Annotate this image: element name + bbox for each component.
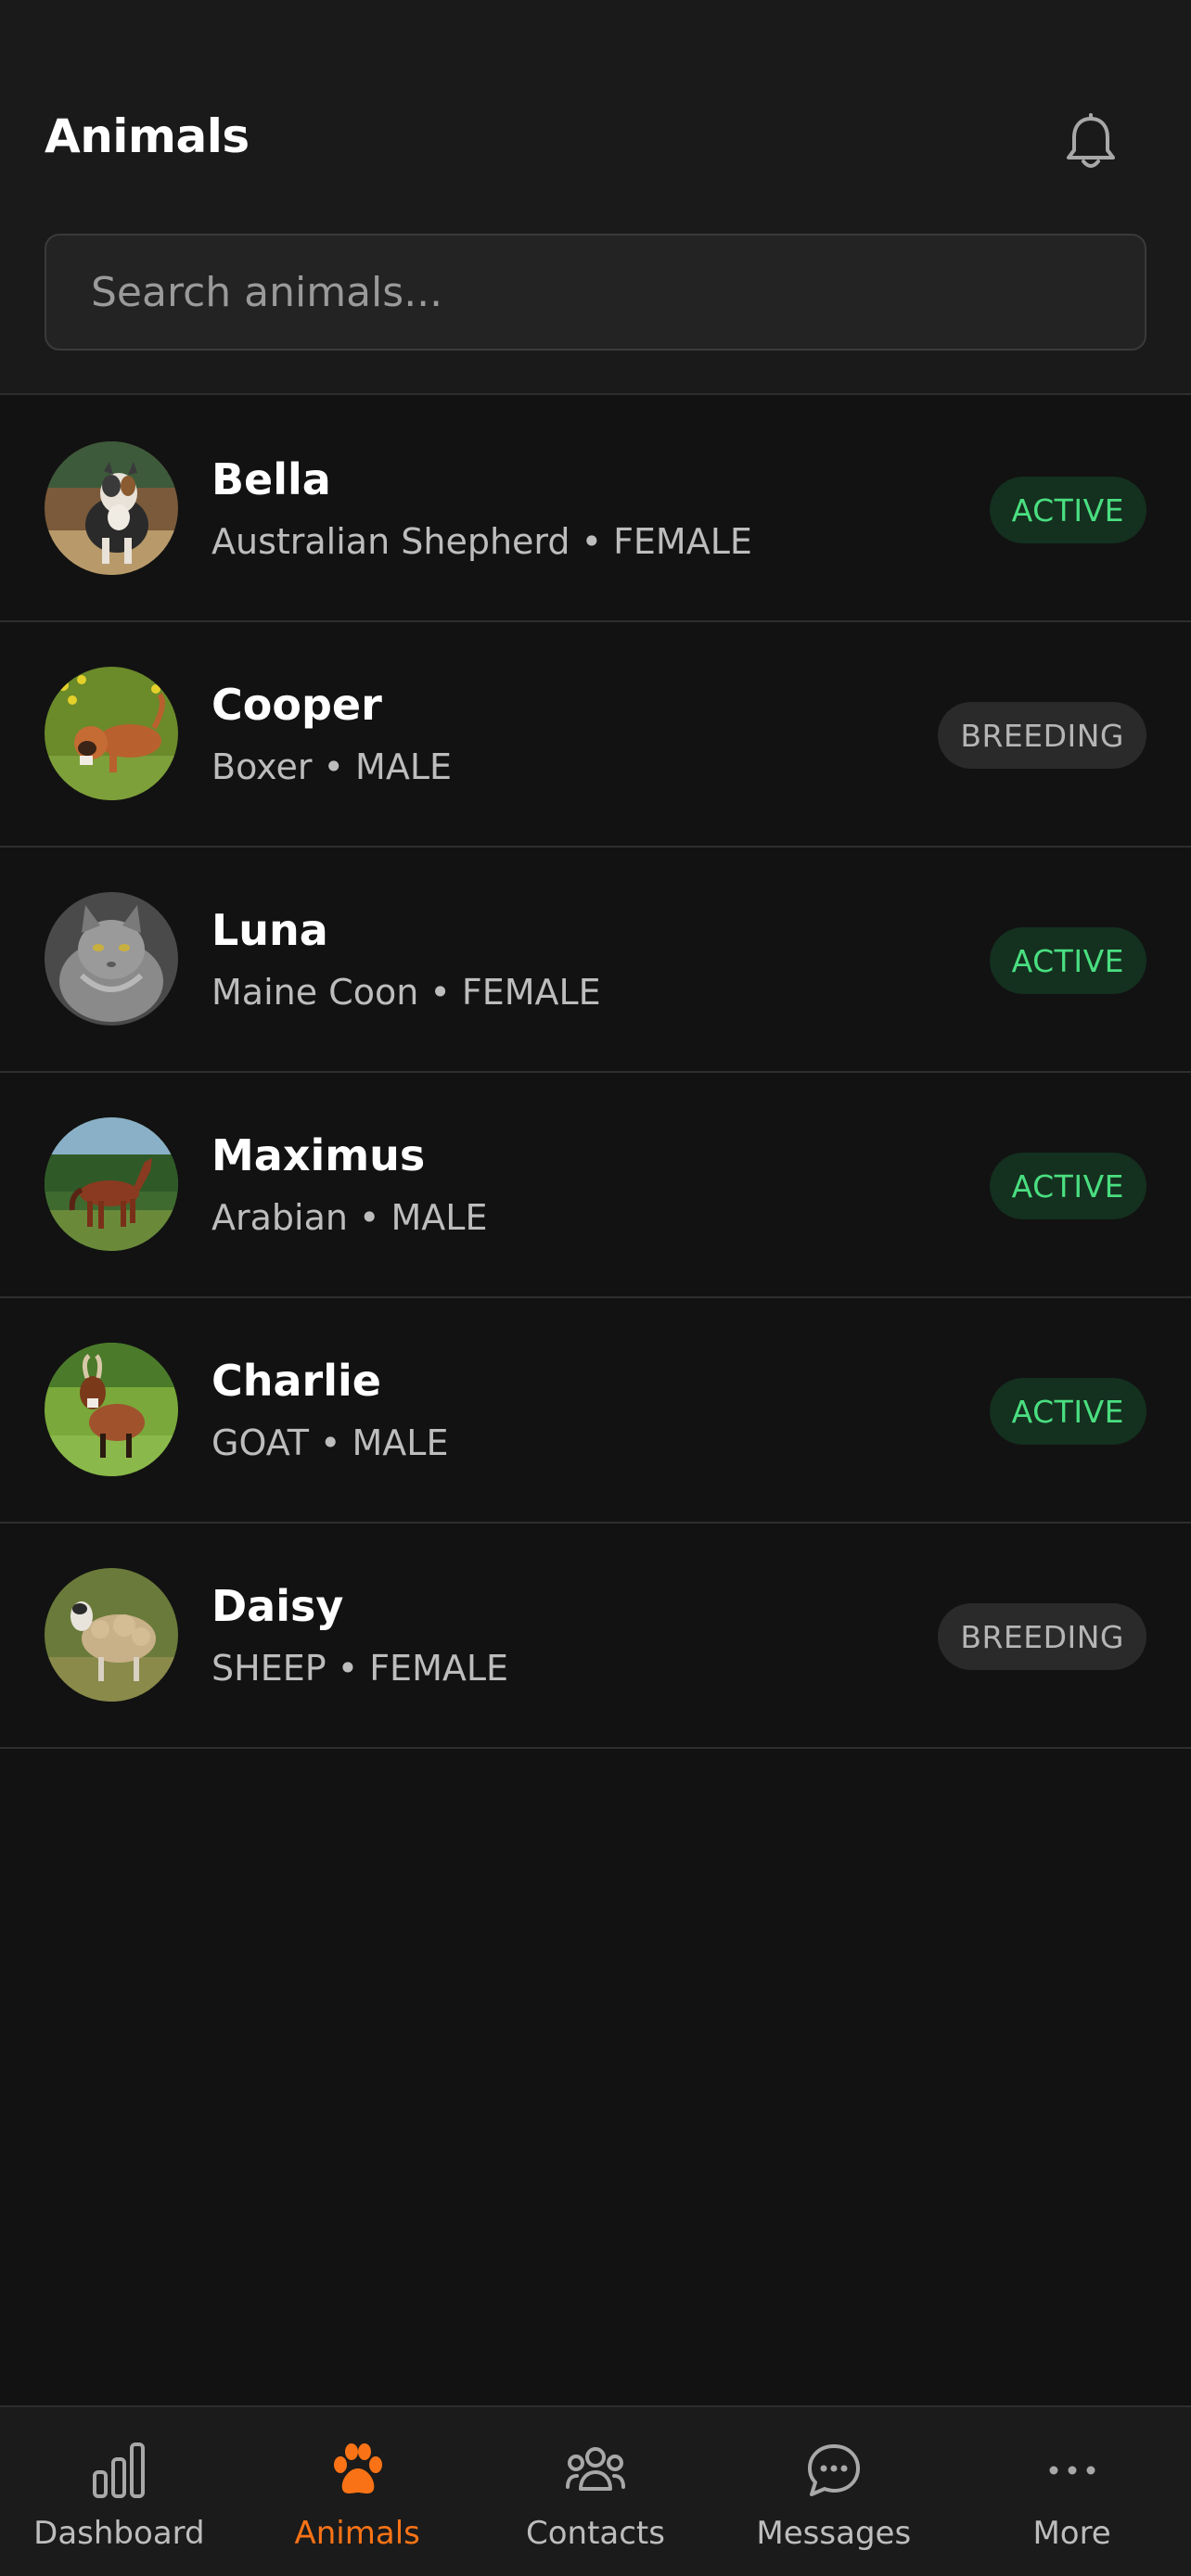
tab-more[interactable]: More [953,2407,1191,2576]
tab-label: Dashboard [33,2515,205,2552]
animal-breed-sex: Boxer • MALE [211,746,453,787]
status-badge: ACTIVE [989,477,1146,543]
search-field[interactable] [45,234,1146,351]
animal-row-luna[interactable]: Luna Maine Coon • FEMALE ACTIVE [0,848,1191,1073]
status-badge: ACTIVE [989,1153,1146,1219]
animal-breed-sex: SHEEP • FEMALE [211,1648,509,1689]
animal-name: Charlie [211,1356,381,1406]
animal-name: Luna [211,905,328,955]
animal-row-charlie[interactable]: Charlie GOAT • MALE ACTIVE [0,1298,1191,1524]
tab-label: More [1032,2515,1111,2552]
animal-name: Maximus [211,1130,426,1180]
notifications-button[interactable] [1057,109,1124,176]
animal-breed-sex: Maine Coon • FEMALE [211,972,601,1013]
search-input[interactable] [91,268,1100,316]
status-badge: ACTIVE [989,1378,1146,1445]
animal-breed-sex: Australian Shepherd • FEMALE [211,521,752,562]
paw-icon [334,2443,383,2493]
animal-avatar [45,892,178,1026]
tab-messages[interactable]: Messages [714,2407,953,2576]
bottom-tab-bar: Dashboard Animals Contacts Messages More [0,2405,1191,2576]
more-icon [1049,2466,1095,2475]
sheep-photo [45,1568,178,1702]
tab-dashboard[interactable]: Dashboard [0,2407,238,2576]
animal-row-cooper[interactable]: Cooper Boxer • MALE BREEDING [0,622,1191,848]
status-badge: BREEDING [938,702,1146,769]
animal-avatar [45,1568,178,1702]
animal-name: Cooper [211,680,382,730]
header: Animals [0,0,1191,395]
goat-photo [45,1343,178,1476]
animal-breed-sex: Arabian • MALE [211,1197,488,1238]
tab-label: Contacts [525,2515,665,2552]
bar-chart-icon [93,2442,146,2498]
status-badge: ACTIVE [989,927,1146,994]
status-badge: BREEDING [938,1603,1146,1670]
boxer-photo [45,667,178,800]
page-title: Animals [45,109,250,163]
animal-name: Bella [211,454,331,504]
animal-avatar [45,1343,178,1476]
animal-avatar [45,1117,178,1251]
bell-icon [1067,113,1115,168]
animal-breed-sex: GOAT • MALE [211,1422,449,1463]
tab-label: Messages [756,2515,912,2552]
tab-contacts[interactable]: Contacts [477,2407,715,2576]
app-screen: Animals Search animals... Bella Australi… [0,0,1191,2576]
animal-row-bella[interactable]: Bella Australian Shepherd • FEMALE ACTIV… [0,397,1191,622]
maine-coon-photo [45,892,178,1026]
animal-avatar [45,667,178,800]
animal-row-daisy[interactable]: Daisy SHEEP • FEMALE BREEDING [0,1524,1191,1749]
animal-name: Daisy [211,1581,344,1631]
australian-shepherd-photo [45,441,178,575]
tab-label: Animals [294,2515,420,2552]
animal-avatar [45,441,178,575]
people-icon [565,2447,625,2491]
animal-row-maximus[interactable]: Maximus Arabian • MALE ACTIVE [0,1073,1191,1298]
arabian-horse-photo [45,1117,178,1251]
animal-list: Bella Australian Shepherd • FEMALE ACTIV… [0,397,1191,1749]
chat-icon [807,2444,860,2496]
tab-animals[interactable]: Animals [238,2407,477,2576]
